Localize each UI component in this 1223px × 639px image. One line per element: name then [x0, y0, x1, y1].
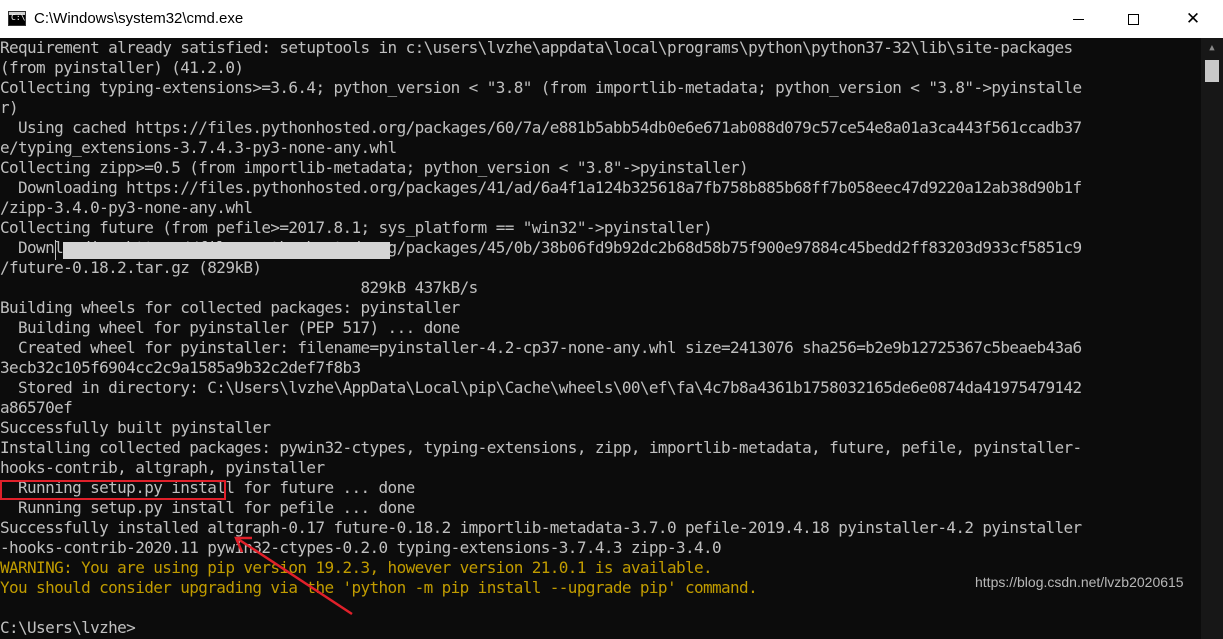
vertical-scrollbar[interactable]: ▲ [1201, 38, 1223, 639]
scrollbar-thumb[interactable] [1205, 60, 1219, 82]
scroll-up-arrow-icon[interactable]: ▲ [1201, 38, 1223, 58]
annotation-arrow-icon [234, 536, 353, 616]
watermark: https://blog.csdn.net/lvzb2020615 [975, 574, 1184, 590]
